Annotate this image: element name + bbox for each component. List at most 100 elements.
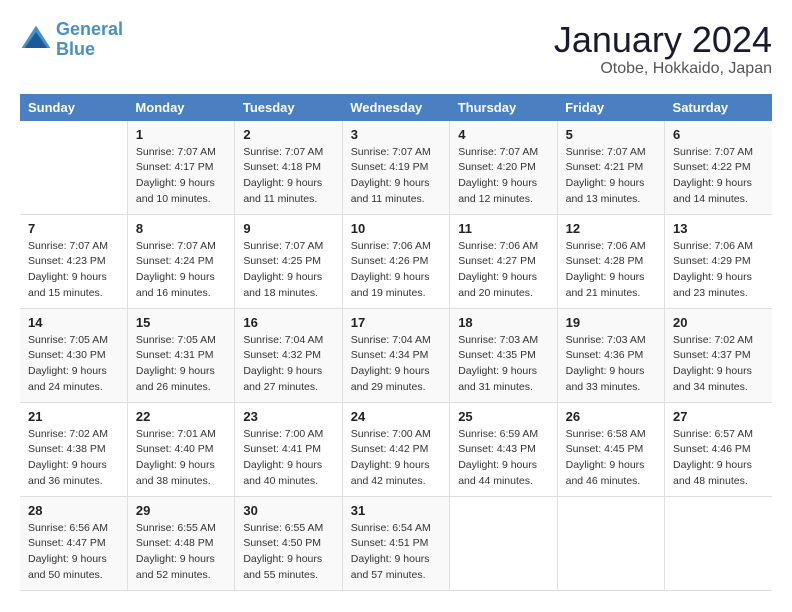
day-number: 5 (566, 127, 656, 142)
day-number: 19 (566, 315, 656, 330)
day-number: 22 (136, 409, 226, 424)
day-info: Sunrise: 7:05 AMSunset: 4:30 PMDaylight:… (28, 333, 119, 396)
day-number: 21 (28, 409, 119, 424)
day-info: Sunrise: 7:07 AMSunset: 4:22 PMDaylight:… (673, 145, 764, 208)
day-info: Sunrise: 6:57 AMSunset: 4:46 PMDaylight:… (673, 427, 764, 490)
day-number: 1 (136, 127, 226, 142)
day-number: 3 (351, 127, 441, 142)
calendar-cell: 22 Sunrise: 7:01 AMSunset: 4:40 PMDayligh… (127, 402, 234, 496)
weekday-header: Saturday (665, 94, 772, 121)
day-number: 20 (673, 315, 764, 330)
weekday-header: Sunday (20, 94, 127, 121)
day-info: Sunrise: 7:07 AMSunset: 4:18 PMDaylight:… (243, 145, 333, 208)
day-info: Sunrise: 7:03 AMSunset: 4:35 PMDaylight:… (458, 333, 548, 396)
weekday-header-row: SundayMondayTuesdayWednesdayThursdayFrid… (20, 94, 772, 121)
calendar-cell: 17Sunrise: 7:04 AMSunset: 4:34 PMDayligh… (342, 308, 449, 402)
calendar-cell: 9 Sunrise: 7:07 AMSunset: 4:25 PMDaylight… (235, 214, 342, 308)
day-number: 26 (566, 409, 656, 424)
page-header: General Blue January 2024 Otobe, Hokkaid… (20, 20, 772, 78)
day-info: Sunrise: 7:07 AMSunset: 4:23 PMDaylight:… (28, 239, 119, 302)
day-info: Sunrise: 7:05 AMSunset: 4:31 PMDaylight:… (136, 333, 226, 396)
day-info: Sunrise: 7:06 AMSunset: 4:29 PMDaylight:… (673, 239, 764, 302)
day-number: 30 (243, 503, 333, 518)
weekday-header: Monday (127, 94, 234, 121)
day-info: Sunrise: 6:54 AMSunset: 4:51 PMDaylight:… (351, 521, 441, 584)
logo-line2: Blue (56, 39, 95, 59)
day-info: Sunrise: 7:06 AMSunset: 4:28 PMDaylight:… (566, 239, 656, 302)
day-info: Sunrise: 6:59 AMSunset: 4:43 PMDaylight:… (458, 427, 548, 490)
day-number: 9 (243, 221, 333, 236)
logo-text: General Blue (56, 20, 123, 60)
day-info: Sunrise: 7:07 AMSunset: 4:20 PMDaylight:… (458, 145, 548, 208)
calendar-cell: 15Sunrise: 7:05 AMSunset: 4:31 PMDayligh… (127, 308, 234, 402)
day-info: Sunrise: 7:07 AMSunset: 4:25 PMDaylight:… (243, 239, 333, 302)
calendar-cell: 8Sunrise: 7:07 AMSunset: 4:24 PMDaylight… (127, 214, 234, 308)
calendar-cell: 14Sunrise: 7:05 AMSunset: 4:30 PMDayligh… (20, 308, 127, 402)
calendar-cell: 2 Sunrise: 7:07 AMSunset: 4:18 PMDaylight… (235, 121, 342, 215)
calendar-cell: 20 Sunrise: 7:02 AMSunset: 4:37 PMDayligh… (665, 308, 772, 402)
day-info: Sunrise: 6:55 AMSunset: 4:48 PMDaylight:… (136, 521, 226, 584)
calendar-week-row: 14Sunrise: 7:05 AMSunset: 4:30 PMDayligh… (20, 308, 772, 402)
calendar-table: SundayMondayTuesdayWednesdayThursdayFrid… (20, 94, 772, 591)
day-number: 12 (566, 221, 656, 236)
weekday-header: Tuesday (235, 94, 342, 121)
day-info: Sunrise: 6:55 AMSunset: 4:50 PMDaylight:… (243, 521, 333, 584)
calendar-week-row: 28Sunrise: 6:56 AMSunset: 4:47 PMDayligh… (20, 496, 772, 590)
day-number: 24 (351, 409, 441, 424)
weekday-header: Friday (557, 94, 664, 121)
day-number: 8 (136, 221, 226, 236)
calendar-cell: 11Sunrise: 7:06 AMSunset: 4:27 PMDayligh… (450, 214, 557, 308)
day-info: Sunrise: 6:56 AMSunset: 4:47 PMDaylight:… (28, 521, 119, 584)
calendar-cell (557, 496, 664, 590)
day-info: Sunrise: 7:04 AMSunset: 4:32 PMDaylight:… (243, 333, 333, 396)
day-number: 13 (673, 221, 764, 236)
logo-line1: General (56, 19, 123, 39)
calendar-cell: 26Sunrise: 6:58 AMSunset: 4:45 PMDayligh… (557, 402, 664, 496)
day-info: Sunrise: 7:02 AMSunset: 4:37 PMDaylight:… (673, 333, 764, 396)
day-number: 18 (458, 315, 548, 330)
day-info: Sunrise: 7:06 AMSunset: 4:26 PMDaylight:… (351, 239, 441, 302)
day-number: 4 (458, 127, 548, 142)
calendar-cell: 4 Sunrise: 7:07 AMSunset: 4:20 PMDaylight… (450, 121, 557, 215)
logo-icon (20, 24, 52, 56)
weekday-header: Thursday (450, 94, 557, 121)
calendar-cell: 30 Sunrise: 6:55 AMSunset: 4:50 PMDayligh… (235, 496, 342, 590)
day-number: 6 (673, 127, 764, 142)
day-number: 7 (28, 221, 119, 236)
location: Otobe, Hokkaido, Japan (554, 60, 772, 78)
calendar-cell: 3Sunrise: 7:07 AMSunset: 4:19 PMDaylight… (342, 121, 449, 215)
calendar-week-row: 7 Sunrise: 7:07 AMSunset: 4:23 PMDaylight… (20, 214, 772, 308)
calendar-cell: 1Sunrise: 7:07 AMSunset: 4:17 PMDaylight… (127, 121, 234, 215)
day-number: 29 (136, 503, 226, 518)
calendar-cell: 13 Sunrise: 7:06 AMSunset: 4:29 PMDayligh… (665, 214, 772, 308)
calendar-cell: 6 Sunrise: 7:07 AMSunset: 4:22 PMDaylight… (665, 121, 772, 215)
day-info: Sunrise: 7:07 AMSunset: 4:21 PMDaylight:… (566, 145, 656, 208)
calendar-cell: 29 Sunrise: 6:55 AMSunset: 4:48 PMDayligh… (127, 496, 234, 590)
day-number: 27 (673, 409, 764, 424)
calendar-cell: 5 Sunrise: 7:07 AMSunset: 4:21 PMDaylight… (557, 121, 664, 215)
calendar-week-row: 21 Sunrise: 7:02 AMSunset: 4:38 PMDayligh… (20, 402, 772, 496)
day-info: Sunrise: 7:01 AMSunset: 4:40 PMDaylight:… (136, 427, 226, 490)
day-info: Sunrise: 7:00 AMSunset: 4:42 PMDaylight:… (351, 427, 441, 490)
month-title: January 2024 (554, 20, 772, 60)
day-info: Sunrise: 7:00 AMSunset: 4:41 PMDaylight:… (243, 427, 333, 490)
calendar-cell: 21 Sunrise: 7:02 AMSunset: 4:38 PMDayligh… (20, 402, 127, 496)
calendar-cell: 28Sunrise: 6:56 AMSunset: 4:47 PMDayligh… (20, 496, 127, 590)
calendar-cell: 12 Sunrise: 7:06 AMSunset: 4:28 PMDayligh… (557, 214, 664, 308)
day-number: 2 (243, 127, 333, 142)
day-number: 31 (351, 503, 441, 518)
calendar-cell: 19 Sunrise: 7:03 AMSunset: 4:36 PMDayligh… (557, 308, 664, 402)
calendar-cell: 24 Sunrise: 7:00 AMSunset: 4:42 PMDayligh… (342, 402, 449, 496)
day-info: Sunrise: 7:04 AMSunset: 4:34 PMDaylight:… (351, 333, 441, 396)
calendar-cell: 18 Sunrise: 7:03 AMSunset: 4:35 PMDayligh… (450, 308, 557, 402)
logo: General Blue (20, 20, 123, 60)
day-info: Sunrise: 7:03 AMSunset: 4:36 PMDaylight:… (566, 333, 656, 396)
calendar-cell: 7 Sunrise: 7:07 AMSunset: 4:23 PMDaylight… (20, 214, 127, 308)
day-number: 10 (351, 221, 441, 236)
calendar-cell: 23Sunrise: 7:00 AMSunset: 4:41 PMDayligh… (235, 402, 342, 496)
day-number: 25 (458, 409, 548, 424)
day-number: 16 (243, 315, 333, 330)
title-block: January 2024 Otobe, Hokkaido, Japan (554, 20, 772, 78)
day-info: Sunrise: 7:02 AMSunset: 4:38 PMDaylight:… (28, 427, 119, 490)
calendar-cell (450, 496, 557, 590)
